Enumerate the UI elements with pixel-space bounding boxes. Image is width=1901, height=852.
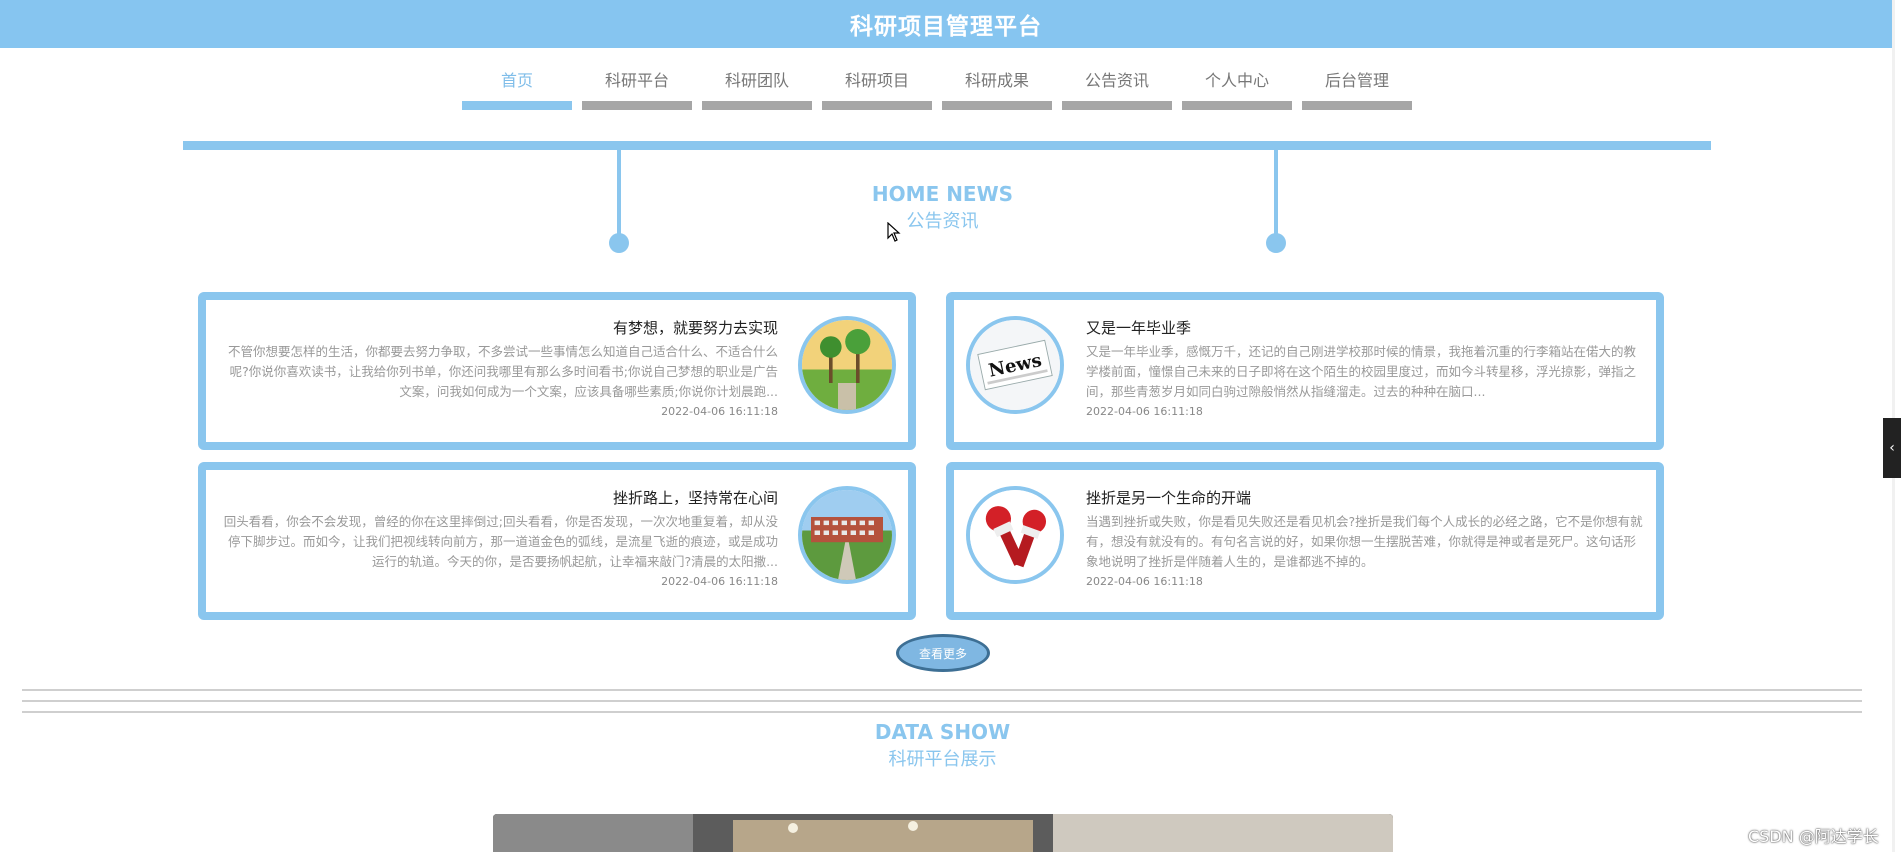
- nav-item-project[interactable]: 科研项目: [822, 66, 932, 110]
- page: 科研项目管理平台 首页 科研平台 科研团队 科研项目 科研成果 公告资讯 个人中…: [0, 0, 1901, 852]
- chevron-left-icon: ‹: [1889, 440, 1895, 456]
- nav-item-label: 公告资讯: [1084, 71, 1149, 90]
- platform-showcase-image[interactable]: [493, 814, 1393, 852]
- section-divider: [22, 689, 1862, 691]
- watermark: CSDN @阿达学长: [1748, 827, 1879, 846]
- news-excerpt: 回头看看，你会不会发现，曾经的你在这里摔倒过;回头看看，你是否发现，一次次地重复…: [223, 514, 778, 569]
- news-newspaper-image[interactable]: News: [966, 316, 1064, 414]
- news-time: 2022-04-06 16:11:18: [1086, 575, 1203, 588]
- news-card[interactable]: 挫折路上，坚持常在心间 回头看看，你会不会发现，曾经的你在这里摔倒过;回头看看，…: [198, 462, 916, 620]
- nav-item-admin[interactable]: 后台管理: [1302, 66, 1412, 110]
- section-divider: [22, 711, 1862, 713]
- nav-item-label: 科研项目: [844, 71, 909, 90]
- news-card[interactable]: 有梦想，就要努力去实现 不管你想要怎样的生活，你都要去努力争取，不多尝试一些事情…: [198, 292, 916, 450]
- nav-item-underline: [462, 101, 572, 110]
- campus-palm-trees-icon: [802, 320, 892, 410]
- nav-item-underline: [702, 101, 812, 110]
- nav-item-label: 首页: [500, 71, 533, 90]
- nav-item-underline: [1062, 101, 1172, 110]
- campus-building-icon: [802, 490, 892, 580]
- red-microphones-image[interactable]: [966, 486, 1064, 584]
- decor-hanger-dot-right: [1266, 233, 1286, 253]
- news-card-text: 挫折是另一个生命的开端 当遇到挫折或失败，你是看见失败还是看见机会?挫折是我们每…: [1086, 484, 1646, 590]
- news-time: 2022-04-06 16:11:18: [661, 405, 778, 418]
- microphone-icon: [970, 490, 1060, 580]
- data-section-title-cn: 科研平台展示: [888, 749, 997, 770]
- nav-item-underline: [822, 101, 932, 110]
- news-title[interactable]: 有梦想，就要努力去实现: [218, 314, 778, 342]
- news-title[interactable]: 又是一年毕业季: [1086, 314, 1646, 342]
- nav-item-underline: [582, 101, 692, 110]
- news-time: 2022-04-06 16:11:18: [1086, 405, 1203, 418]
- news-excerpt: 当遇到挫折或失败，你是看见失败还是看见机会?挫折是我们每个人成长的必经之路，它不…: [1086, 514, 1643, 569]
- section-divider: [22, 700, 1862, 702]
- nav-item-underline: [1182, 101, 1292, 110]
- news-section-title-en: HOME NEWS: [871, 182, 1014, 206]
- news-excerpt: 不管你想要怎样的生活，你都要去努力争取，不多尝试一些事情怎么知道自己适合什么、不…: [227, 344, 778, 399]
- site-title: 科研项目管理平台: [850, 14, 1042, 40]
- nav-item-label: 科研团队: [724, 71, 789, 90]
- mouse-cursor-icon: [887, 222, 901, 242]
- nav-item-achievement[interactable]: 科研成果: [942, 66, 1052, 110]
- news-section-title-cn: 公告资讯: [906, 211, 979, 232]
- nav-item-underline: [942, 101, 1052, 110]
- nav-item-home[interactable]: 首页: [462, 66, 572, 110]
- main-nav: 首页 科研平台 科研团队 科研项目 科研成果 公告资讯 个人中心 后台管理: [462, 66, 1422, 110]
- data-section-heading: DATA SHOW 科研平台展示: [0, 718, 1885, 774]
- nav-item-label: 科研成果: [964, 71, 1029, 90]
- news-card[interactable]: 挫折是另一个生命的开端 当遇到挫折或失败，你是看见失败还是看见机会?挫折是我们每…: [946, 462, 1664, 620]
- decor-hanger-dot-left: [609, 233, 629, 253]
- nav-item-news[interactable]: 公告资讯: [1062, 66, 1172, 110]
- nav-item-underline: [1302, 101, 1412, 110]
- decor-hanger-line: [183, 141, 1711, 150]
- side-panel-toggle[interactable]: ‹: [1883, 418, 1901, 478]
- nav-item-team[interactable]: 科研团队: [702, 66, 812, 110]
- news-title[interactable]: 挫折是另一个生命的开端: [1086, 484, 1646, 512]
- news-time: 2022-04-06 16:11:18: [661, 575, 778, 588]
- nav-item-label: 科研平台: [604, 71, 669, 90]
- lab-interior-icon: [493, 814, 1393, 852]
- header-bar: 科研项目管理平台: [0, 0, 1892, 48]
- nav-item-profile[interactable]: 个人中心: [1182, 66, 1292, 110]
- newspaper-icon: News: [970, 320, 1060, 410]
- campus-building-image[interactable]: [798, 486, 896, 584]
- news-card-text: 又是一年毕业季 又是一年毕业季，感慨万千，还记的自己刚进学校那时候的情景，我拖着…: [1086, 314, 1646, 420]
- view-more-button[interactable]: 查看更多: [896, 634, 990, 672]
- nav-item-label: 后台管理: [1324, 71, 1389, 90]
- news-card[interactable]: News 又是一年毕业季 又是一年毕业季，感慨万千，还记的自己刚进学校那时候的情…: [946, 292, 1664, 450]
- nav-item-platform[interactable]: 科研平台: [582, 66, 692, 110]
- news-excerpt: 又是一年毕业季，感慨万千，还记的自己刚进学校那时候的情景，我拖着沉重的行李箱站在…: [1086, 344, 1637, 399]
- data-section-title-en: DATA SHOW: [874, 720, 1011, 744]
- news-card-text: 有梦想，就要努力去实现 不管你想要怎样的生活，你都要去努力争取，不多尝试一些事情…: [218, 314, 778, 420]
- news-section-heading: HOME NEWS 公告资讯: [0, 180, 1885, 236]
- news-card-text: 挫折路上，坚持常在心间 回头看看，你会不会发现，曾经的你在这里摔倒过;回头看看，…: [218, 484, 778, 590]
- campus-palm-trees-image[interactable]: [798, 316, 896, 414]
- news-title[interactable]: 挫折路上，坚持常在心间: [218, 484, 778, 512]
- nav-item-label: 个人中心: [1204, 71, 1269, 90]
